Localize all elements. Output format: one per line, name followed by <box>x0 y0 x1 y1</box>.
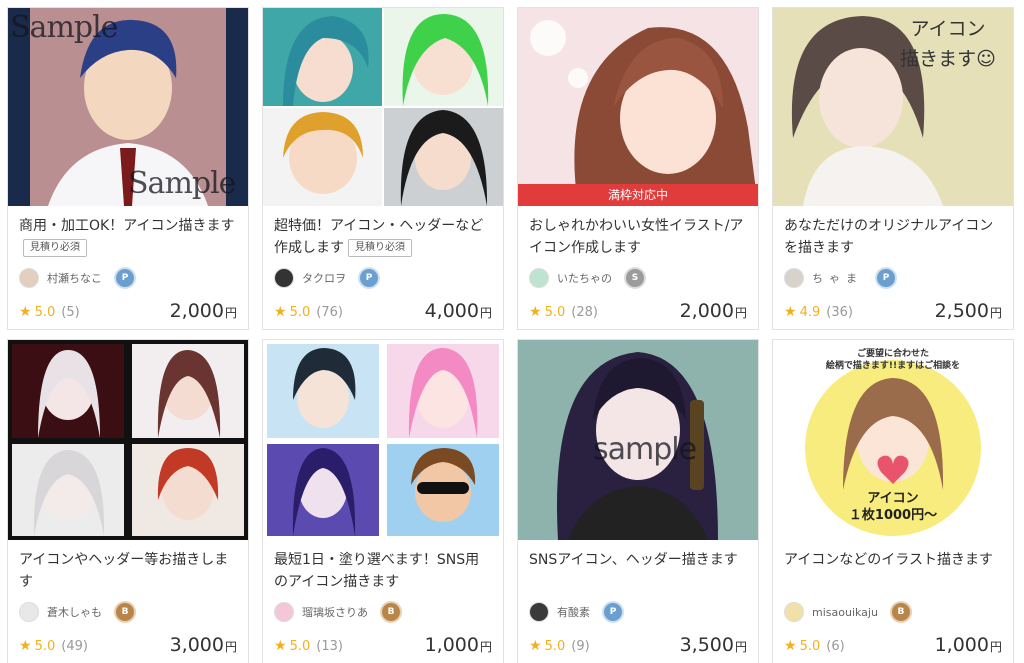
rank-badge-icon: P <box>360 269 378 287</box>
rank-badge-icon: P <box>116 269 134 287</box>
service-card[interactable]: 超特価！アイコン・ヘッダーなど作成します 見積り必須 タクロヲ P ★ 5.0 (… <box>262 7 504 330</box>
price: 2,000円 <box>679 300 747 322</box>
seller-name[interactable]: タクロヲ <box>302 270 346 286</box>
service-card[interactable]: アイコン 描きます☺ あなただけのオリジナルアイコンを描きます ちゃま P ★ … <box>772 7 1014 330</box>
service-title[interactable]: アイコンなどのイラスト描きます <box>784 549 1002 593</box>
rating: ★ 5.0 (6) <box>784 638 845 654</box>
rating: ★ 5.0 (5) <box>19 304 80 320</box>
avatar[interactable] <box>529 602 549 622</box>
rating: ★ 5.0 (49) <box>19 638 88 654</box>
service-thumbnail[interactable] <box>263 8 503 206</box>
avatar[interactable] <box>784 602 804 622</box>
star-icon: ★ <box>19 638 32 654</box>
seller-name[interactable]: 有酸素 <box>557 604 590 620</box>
rank-badge-icon: P <box>604 603 622 621</box>
watermark: Sample <box>10 10 118 45</box>
service-thumbnail[interactable]: ご要望に合わせた 絵柄で描きます!!ますはご相談を アイコン １枚1000円〜 <box>773 340 1013 540</box>
seller-name[interactable]: 蒼木しゃも <box>47 604 102 620</box>
seller-info[interactable]: タクロヲ P <box>274 268 378 288</box>
service-title[interactable]: おしゃれかわいい女性イラスト/アイコン作成します <box>529 215 747 259</box>
rating: ★ 5.0 (13) <box>274 638 343 654</box>
rank-badge-icon: B <box>116 603 134 621</box>
seller-info[interactable]: いたちゃの S <box>529 268 644 288</box>
quote-required-tag: 見積り必須 <box>23 239 87 257</box>
seller-info[interactable]: 蒼木しゃも B <box>19 602 134 622</box>
service-title[interactable]: 最短1日・塗り選べます！SNS用のアイコン描きます <box>274 549 492 593</box>
thumbnail-caption: ご要望に合わせた 絵柄で描きます!!ますはご相談を <box>825 349 961 371</box>
availability-banner: 満枠対応中 <box>518 184 758 206</box>
seller-info[interactable]: 有酸素 P <box>529 602 622 622</box>
price: 3,500円 <box>679 634 747 656</box>
service-title[interactable]: あなただけのオリジナルアイコンを描きます <box>784 215 1002 259</box>
thumbnail-caption: アイコン 描きます☺ <box>900 18 996 70</box>
star-icon: ★ <box>784 304 797 320</box>
price: 1,000円 <box>424 634 492 656</box>
price: 1,000円 <box>934 634 1002 656</box>
price: 2,000円 <box>169 300 237 322</box>
service-title[interactable]: 超特価！アイコン・ヘッダーなど作成します 見積り必須 <box>274 215 492 259</box>
seller-name[interactable]: ちゃま <box>812 270 863 286</box>
review-count: (36) <box>826 304 853 320</box>
service-card[interactable]: 満枠対応中 おしゃれかわいい女性イラスト/アイコン作成します いたちゃの S ★… <box>517 7 759 330</box>
service-thumbnail[interactable]: Sample Sample <box>8 8 248 206</box>
star-icon: ★ <box>19 304 32 320</box>
rank-badge-icon: P <box>877 269 895 287</box>
watermark: sample <box>593 432 697 467</box>
review-count: (6) <box>826 638 845 654</box>
service-thumbnail[interactable]: アイコン 描きます☺ <box>773 8 1013 206</box>
price: 4,000円 <box>424 300 492 322</box>
rank-badge-icon: S <box>626 269 644 287</box>
service-thumbnail[interactable] <box>263 340 503 540</box>
seller-info[interactable]: misaouikaju B <box>784 602 910 622</box>
service-card[interactable]: 最短1日・塗り選べます！SNS用のアイコン描きます 瑠璃坂さりあ B ★ 5.0… <box>262 339 504 663</box>
service-thumbnail[interactable]: 満枠対応中 <box>518 8 758 206</box>
service-card[interactable]: sample SNSアイコン、ヘッダー描きます 有酸素 P ★ 5.0 (9) … <box>517 339 759 663</box>
seller-name[interactable]: いたちゃの <box>557 270 612 286</box>
seller-name[interactable]: misaouikaju <box>812 606 878 619</box>
rating: ★ 5.0 (76) <box>274 304 343 320</box>
service-grid: Sample Sample 商用・加工OK！アイコン描きます見積り必須 村瀬ちな… <box>0 0 1024 663</box>
star-icon: ★ <box>274 304 287 320</box>
review-count: (28) <box>571 304 598 320</box>
rank-badge-icon: B <box>891 603 910 621</box>
review-count: (13) <box>316 638 343 654</box>
watermark: Sample <box>128 166 236 201</box>
service-title[interactable]: 商用・加工OK！アイコン描きます見積り必須 <box>19 215 237 259</box>
seller-info[interactable]: ちゃま P <box>784 268 895 288</box>
avatar[interactable] <box>19 602 39 622</box>
seller-info[interactable]: 瑠璃坂さりあ B <box>274 602 400 622</box>
avatar[interactable] <box>274 602 294 622</box>
service-card[interactable]: ご要望に合わせた 絵柄で描きます!!ますはご相談を アイコン １枚1000円〜 … <box>772 339 1014 663</box>
rating: ★ 5.0 (28) <box>529 304 598 320</box>
review-count: (49) <box>61 638 88 654</box>
star-icon: ★ <box>529 638 542 654</box>
service-thumbnail[interactable]: sample <box>518 340 758 540</box>
seller-name[interactable]: 村瀬ちなこ <box>47 270 102 286</box>
rating: ★ 5.0 (9) <box>529 638 590 654</box>
service-title[interactable]: アイコンやヘッダー等お描きします <box>19 549 237 593</box>
star-icon: ★ <box>529 304 542 320</box>
thumbnail-caption: アイコン １枚1000円〜 <box>848 491 938 523</box>
star-icon: ★ <box>274 638 287 654</box>
rating: ★ 4.9 (36) <box>784 304 853 320</box>
avatar[interactable] <box>784 268 804 288</box>
service-card[interactable]: Sample Sample 商用・加工OK！アイコン描きます見積り必須 村瀬ちな… <box>7 7 249 330</box>
avatar[interactable] <box>19 268 39 288</box>
quote-required-tag: 見積り必須 <box>348 239 412 257</box>
rank-badge-icon: B <box>382 603 400 621</box>
price: 2,500円 <box>934 300 1002 322</box>
service-title[interactable]: SNSアイコン、ヘッダー描きます <box>529 549 747 593</box>
star-icon: ★ <box>784 638 797 654</box>
review-count: (5) <box>61 304 80 320</box>
service-thumbnail[interactable] <box>8 340 248 540</box>
seller-name[interactable]: 瑠璃坂さりあ <box>302 604 368 620</box>
price: 3,000円 <box>169 634 237 656</box>
review-count: (9) <box>571 638 590 654</box>
service-card[interactable]: アイコンやヘッダー等お描きします 蒼木しゃも B ★ 5.0 (49) 3,00… <box>7 339 249 663</box>
seller-info[interactable]: 村瀬ちなこ P <box>19 268 134 288</box>
review-count: (76) <box>316 304 343 320</box>
avatar[interactable] <box>529 268 549 288</box>
avatar[interactable] <box>274 268 294 288</box>
